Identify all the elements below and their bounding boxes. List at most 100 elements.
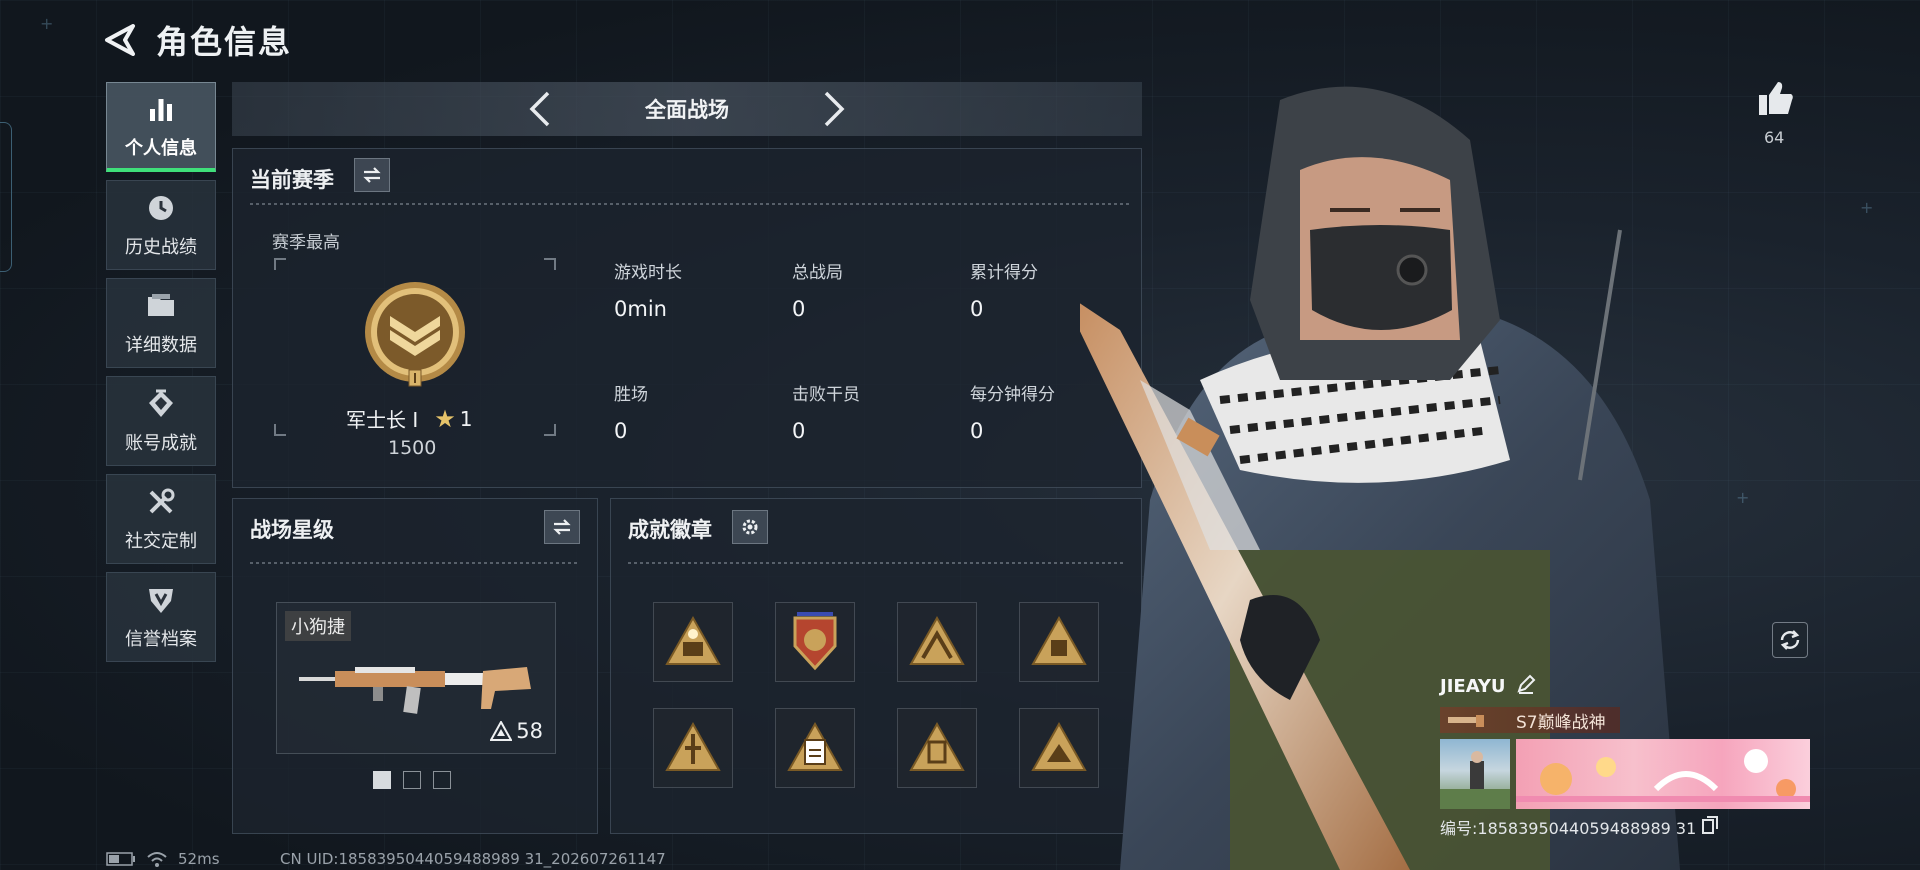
badge-emblem-icon — [665, 615, 721, 665]
status-bar: 52ms — [106, 850, 220, 868]
nav-label: 信誉档案 — [125, 629, 197, 650]
pager-dot[interactable] — [373, 771, 391, 789]
back-arrow-icon — [105, 24, 135, 56]
pencil-icon — [1516, 674, 1535, 694]
ping-value: 52ms — [178, 850, 220, 868]
achievement-badge[interactable] — [775, 602, 855, 682]
player-banner — [1440, 739, 1810, 809]
nav-label: 历史战绩 — [125, 237, 197, 258]
bar-chart-icon — [144, 92, 178, 126]
triangle-rank-icon — [490, 721, 513, 741]
badges-settings-button[interactable] — [732, 510, 768, 544]
like-button[interactable] — [1756, 78, 1800, 122]
tools-icon — [144, 485, 178, 519]
star-icon: ★ — [434, 404, 456, 433]
rank-name: 军士长 I ★ 1 — [346, 404, 473, 433]
stat-label: 游戏时长 — [614, 263, 682, 283]
nav-item-personal-info[interactable]: 个人信息 — [106, 82, 216, 172]
refresh-button[interactable] — [1772, 622, 1808, 658]
badge-emblem-icon — [909, 721, 965, 771]
history-clock-icon — [144, 191, 178, 225]
badge-emblem-icon — [787, 721, 843, 771]
battle-star-switch-button[interactable] — [544, 510, 580, 544]
player-card: JIEAYU S7巅峰战神 编号:1858395044059488989 31 — [1440, 674, 1810, 839]
decor-cross: + — [1736, 488, 1750, 507]
refresh-icon — [1780, 630, 1800, 650]
stat-value: 0 — [970, 297, 984, 321]
wifi-icon — [147, 852, 167, 867]
pager-dot[interactable] — [403, 771, 421, 789]
achievement-badge[interactable] — [775, 708, 855, 788]
weapon-name: 小狗捷 — [285, 611, 351, 641]
weapon-level: 58 — [490, 719, 543, 743]
section-divider — [250, 562, 580, 564]
page-header: 角色信息 — [100, 18, 555, 68]
nav-item-detail-data[interactable]: 详细数据 — [106, 278, 216, 368]
side-drawer-handle[interactable] — [0, 122, 12, 272]
achievement-badge[interactable] — [653, 708, 733, 788]
section-divider — [250, 203, 1130, 205]
nav-item-social-custom[interactable]: 社交定制 — [106, 474, 216, 564]
nameplate-card[interactable] — [1515, 739, 1810, 809]
avatar[interactable] — [1440, 739, 1510, 809]
nav-item-history[interactable]: 历史战绩 — [106, 180, 216, 270]
achievement-badge[interactable] — [897, 602, 977, 682]
like-count: 64 — [1764, 128, 1785, 147]
decor-cross: + — [1860, 198, 1874, 217]
stat-score-per-minute: 每分钟得分 0 — [970, 380, 1055, 443]
stat-value: 0 — [792, 297, 806, 321]
back-button[interactable] — [100, 20, 140, 60]
pager-dot[interactable] — [433, 771, 451, 789]
copy-id-button[interactable] — [1702, 816, 1719, 838]
gear-icon — [742, 519, 758, 535]
badge-emblem-icon — [909, 615, 965, 665]
frame-corner — [544, 258, 556, 270]
medal-icon — [144, 387, 178, 421]
nav-label: 账号成就 — [125, 433, 197, 454]
mode-next-button[interactable] — [814, 89, 854, 129]
battery-icon — [106, 852, 135, 866]
badge-emblem-icon — [793, 612, 837, 671]
avatar-figure-icon — [1440, 751, 1510, 809]
stat-label: 总战局 — [792, 263, 843, 283]
stat-play-time: 游戏时长 0min — [614, 258, 682, 321]
nav-item-achievements[interactable]: 账号成就 — [106, 376, 216, 466]
stat-label: 每分钟得分 — [970, 385, 1055, 405]
swap-icon — [363, 167, 381, 183]
chevron-right-icon — [824, 91, 845, 127]
section-divider — [628, 562, 1124, 564]
nav-item-reputation[interactable]: 信誉档案 — [106, 572, 216, 662]
weapon-level-value: 58 — [516, 719, 543, 743]
frame-corner — [274, 424, 286, 436]
stat-wins: 胜场 0 — [614, 380, 648, 443]
badges-title: 成就徽章 — [628, 518, 712, 542]
mode-title: 全面战场 — [645, 98, 729, 122]
stat-label: 累计得分 — [970, 263, 1038, 283]
achievement-badge[interactable] — [653, 602, 733, 682]
player-id: 编号:1858395044059488989 31 — [1440, 819, 1697, 838]
stat-label: 胜场 — [614, 385, 648, 405]
rank-stars: 1 — [459, 406, 473, 431]
weapon-card[interactable]: 小狗捷 58 — [276, 602, 556, 754]
uid-text: CN UID:1858395044059488989 31_2026072611… — [280, 850, 666, 868]
folder-icon — [144, 289, 178, 323]
stat-value: 0 — [970, 419, 984, 443]
stat-value: 0 — [792, 419, 806, 443]
edit-name-button[interactable] — [1516, 674, 1536, 699]
mode-selector: 全面战场 — [232, 82, 1142, 136]
nav-label: 个人信息 — [125, 137, 197, 159]
nav-label: 社交定制 — [125, 531, 197, 552]
battle-star-title: 战场星级 — [250, 518, 334, 542]
achievement-badge[interactable] — [897, 708, 977, 788]
frame-corner — [544, 424, 556, 436]
copy-icon — [1702, 816, 1719, 834]
season-title: 当前赛季 — [250, 168, 334, 192]
rank-emblem-icon — [360, 280, 470, 394]
swap-icon — [553, 519, 571, 535]
rank-score: 1500 — [388, 437, 437, 459]
season-switch-button[interactable] — [354, 158, 390, 192]
side-nav: 个人信息 历史战绩 详细数据 账号成就 社交定制 信誉档案 — [106, 82, 216, 670]
mode-prev-button[interactable] — [520, 89, 560, 129]
player-title-bar[interactable]: S7巅峰战神 — [1440, 707, 1620, 733]
season-best-label: 赛季最高 — [272, 233, 340, 253]
